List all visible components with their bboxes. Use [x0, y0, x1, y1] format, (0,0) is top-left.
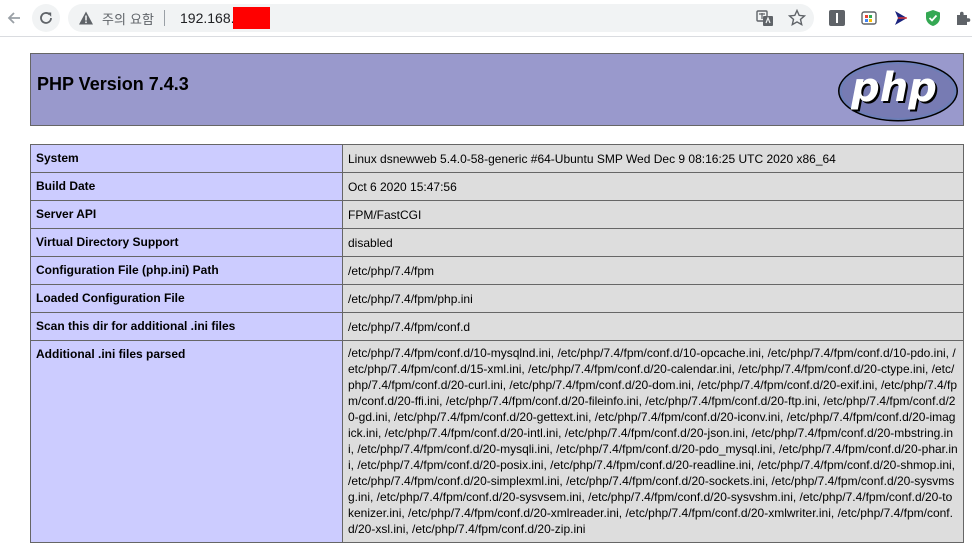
table-row: Scan this dir for additional .ini files … [30, 312, 964, 341]
browser-toolbar: 주의 요함 192.168. [0, 0, 972, 37]
row-key: Scan this dir for additional .ini files [30, 312, 343, 341]
table-row: Virtual Directory Support disabled [30, 228, 964, 257]
table-row: Build Date Oct 6 2020 15:47:56 [30, 172, 964, 201]
info-table-body: System Linux dsnewweb 5.4.0-58-generic #… [30, 144, 964, 543]
shield-extension-icon[interactable] [924, 9, 942, 27]
page-title: PHP Version 7.4.3 [37, 74, 189, 94]
address-bar[interactable]: 주의 요함 192.168. [68, 4, 814, 32]
php-logo-icon[interactable]: php php [837, 60, 959, 122]
url-redaction [233, 7, 270, 29]
row-value: Oct 6 2020 15:47:56 [342, 172, 964, 201]
row-key: Virtual Directory Support [30, 228, 343, 257]
table-row: Loaded Configuration File /etc/php/7.4/f… [30, 284, 964, 313]
back-button[interactable] [0, 4, 28, 32]
row-value: /etc/php/7.4/fpm/conf.d/10-mysqlnd.ini, … [342, 340, 964, 543]
table-row: Additional .ini files parsed /etc/php/7.… [30, 340, 964, 543]
row-key: Build Date [30, 172, 343, 201]
puzzle-icon[interactable] [954, 9, 972, 27]
warning-triangle-icon[interactable] [78, 10, 94, 26]
security-status-label[interactable]: 주의 요함 [102, 9, 154, 28]
table-row: System Linux dsnewweb 5.4.0-58-generic #… [30, 144, 964, 173]
reload-icon [40, 12, 52, 24]
row-value: /etc/php/7.4/fpm [342, 256, 964, 285]
reader-extension-icon[interactable] [828, 9, 846, 27]
row-value: Linux dsnewweb 5.4.0-58-generic #64-Ubun… [342, 144, 964, 173]
url-text[interactable]: 192.168. [180, 10, 235, 26]
address-separator [164, 10, 165, 26]
row-value: /etc/php/7.4/fpm/php.ini [342, 284, 964, 313]
table-row: Server API FPM/FastCGI [30, 200, 964, 229]
php-logo-text-front: php [850, 65, 937, 111]
screenshot-extension-icon[interactable] [860, 9, 878, 27]
row-key: Configuration File (php.ini) Path [30, 256, 343, 285]
table-row: Configuration File (php.ini) Path /etc/p… [30, 256, 964, 285]
back-arrow-icon [7, 12, 20, 24]
star-icon[interactable] [788, 9, 806, 27]
reload-button[interactable] [32, 4, 60, 32]
row-value: disabled [342, 228, 964, 257]
row-key: Loaded Configuration File [30, 284, 343, 313]
php-info-table: System Linux dsnewweb 5.4.0-58-generic #… [30, 144, 964, 543]
row-key: Server API [30, 200, 343, 229]
phpinfo-page: PHP Version 7.4.3 php php System Linux d… [30, 53, 964, 543]
row-key: Additional .ini files parsed [30, 340, 343, 543]
cursor-extension-icon[interactable] [892, 9, 910, 27]
row-value: /etc/php/7.4/fpm/conf.d [342, 312, 964, 341]
row-value: FPM/FastCGI [342, 200, 964, 229]
translate-icon[interactable] [756, 9, 774, 27]
row-key: System [30, 144, 343, 173]
php-version-header: PHP Version 7.4.3 php php [30, 53, 964, 126]
